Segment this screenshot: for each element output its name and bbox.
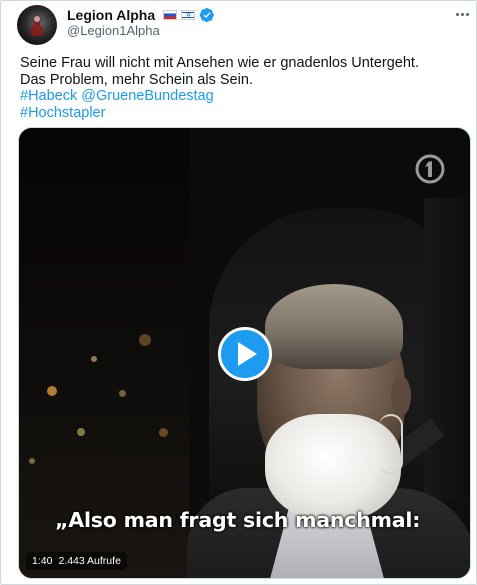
- avatar-figure-icon: [30, 14, 44, 36]
- more-options-button[interactable]: [450, 5, 474, 23]
- israel-flag-icon: ✡: [181, 10, 196, 20]
- more-dot-icon: [460, 12, 464, 16]
- play-icon: [238, 342, 257, 366]
- verified-badge-icon: [199, 7, 214, 23]
- more-dot-icon: [465, 12, 469, 16]
- author-handle[interactable]: @Legion1Alpha: [67, 23, 160, 38]
- video-view-count: 2.443 Aufrufe: [58, 555, 121, 567]
- tweet-card[interactable]: Legion Alpha ✡ @Legion1Alpha Seine Frau …: [0, 0, 477, 585]
- face-mask-strap: [379, 414, 403, 474]
- author-display-name[interactable]: Legion Alpha: [67, 7, 155, 23]
- video-duration: 1:40: [32, 555, 53, 567]
- avatar[interactable]: [17, 5, 57, 45]
- author-name-row: Legion Alpha ✡: [67, 6, 215, 24]
- russia-flag-icon: [163, 10, 178, 20]
- car-pillar: [424, 198, 470, 498]
- tweet-text-line-3: #Habeck @GrueneBundestag: [20, 88, 460, 105]
- hashtag-habeck-link[interactable]: #Habeck: [20, 88, 77, 104]
- person-hair: [265, 284, 403, 369]
- play-button[interactable]: [218, 327, 272, 381]
- tweet-text-line-2: Das Problem, mehr Schein als Sein.: [20, 71, 253, 88]
- video-subtitle: „Also man fragt sich manchmal:: [55, 508, 421, 532]
- video-meta: 1:40 2.443 Aufrufe: [26, 552, 127, 570]
- hashtag-hochstapler-link[interactable]: #Hochstapler: [20, 105, 105, 121]
- tweet-text: Seine Frau will nicht mit Ansehen wie er…: [20, 55, 460, 121]
- tweet-text-line-1: Seine Frau will nicht mit Ansehen wie er…: [20, 55, 419, 71]
- more-dot-icon: [455, 12, 459, 16]
- ard-one-logo-icon: [415, 154, 445, 184]
- video-player[interactable]: „Also man fragt sich manchmal: 1:40 2.44…: [18, 127, 471, 579]
- tweet-text-line-4: #Hochstapler: [20, 105, 460, 122]
- person-ear: [391, 376, 411, 416]
- mention-gruenebundestag-link[interactable]: @GrueneBundestag: [81, 88, 213, 104]
